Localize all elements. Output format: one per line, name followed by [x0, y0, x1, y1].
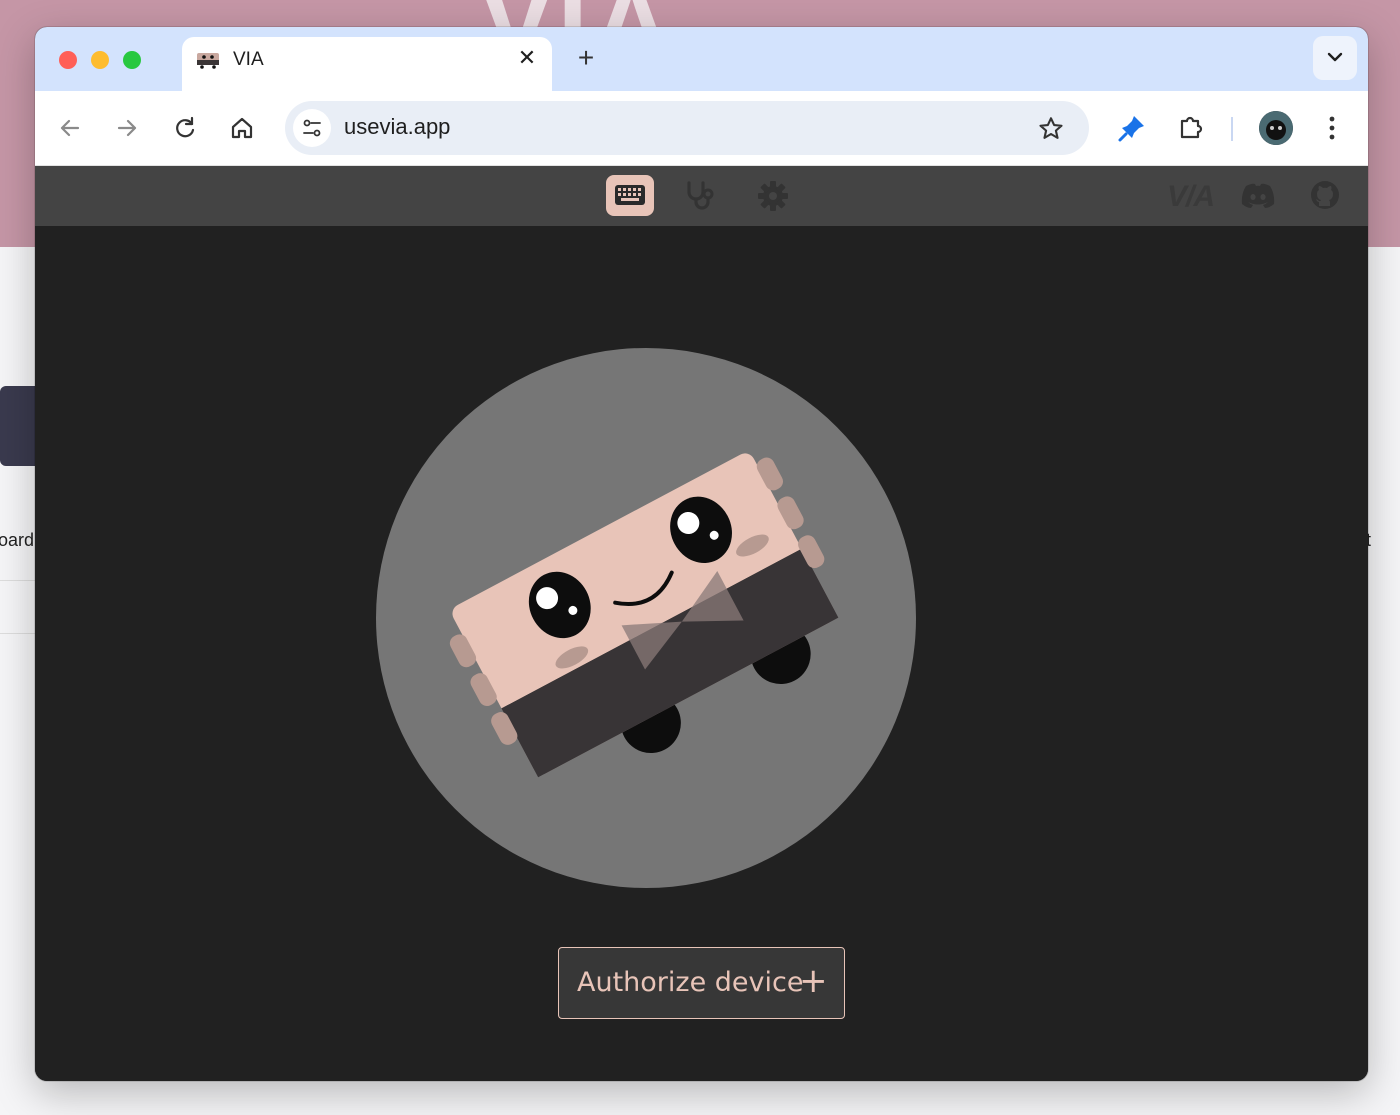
tune-icon — [303, 119, 321, 137]
background-divider — [0, 633, 36, 634]
browser-toolbar: usevia.app — [35, 91, 1368, 166]
address-bar[interactable]: usevia.app — [285, 101, 1089, 155]
via-logo[interactable]: V/A — [1167, 180, 1215, 214]
site-info-button[interactable] — [293, 109, 331, 147]
authorize-device-button[interactable]: Authorize device + — [558, 947, 845, 1019]
reload-icon[interactable] — [172, 115, 198, 141]
tab-via[interactable]: VIA ✕ — [182, 37, 552, 91]
tab-search-button[interactable] — [1313, 36, 1357, 80]
background-text-left: oard. — [0, 530, 40, 550]
arrow-left-icon[interactable] — [57, 115, 83, 141]
background-divider — [0, 580, 36, 581]
arrow-right-icon[interactable] — [114, 115, 140, 141]
window-minimize-button[interactable] — [91, 51, 109, 69]
browser-window: VIA ✕ + usevia.app V/A Authorize device … — [35, 27, 1368, 1081]
avatar[interactable] — [1259, 111, 1293, 145]
puzzle-icon[interactable] — [1177, 113, 1205, 141]
more-vert-icon[interactable] — [1320, 115, 1344, 141]
home-icon[interactable] — [229, 115, 255, 141]
plus-icon: + — [799, 961, 828, 1001]
discord-icon[interactable] — [1240, 182, 1276, 210]
stethoscope-icon[interactable] — [683, 180, 717, 212]
star-icon[interactable] — [1037, 115, 1065, 143]
gear-icon[interactable] — [757, 180, 789, 212]
via-favicon-icon — [197, 53, 219, 69]
window-zoom-button[interactable] — [123, 51, 141, 69]
pin-icon[interactable] — [1117, 113, 1147, 143]
authorize-device-label: Authorize device — [577, 967, 804, 998]
window-close-button[interactable] — [59, 51, 77, 69]
tab-title: VIA — [233, 49, 264, 70]
url-text: usevia.app — [344, 114, 451, 139]
keyboard-mascot-illustration — [376, 348, 916, 888]
github-icon[interactable] — [1310, 180, 1340, 210]
tab-configure[interactable] — [606, 175, 654, 216]
chevron-down-icon — [1327, 52, 1343, 62]
main-content: Authorize device + — [35, 226, 1368, 1081]
background-image — [0, 386, 36, 466]
tab-strip: VIA ✕ + — [35, 27, 1368, 91]
app-header: V/A — [35, 166, 1368, 226]
toolbar-divider — [1231, 117, 1233, 141]
new-tab-button[interactable]: + — [572, 44, 600, 73]
keyboard-icon — [615, 185, 645, 205]
close-icon[interactable]: ✕ — [516, 47, 538, 69]
profile-avatar-icon — [1259, 111, 1293, 145]
